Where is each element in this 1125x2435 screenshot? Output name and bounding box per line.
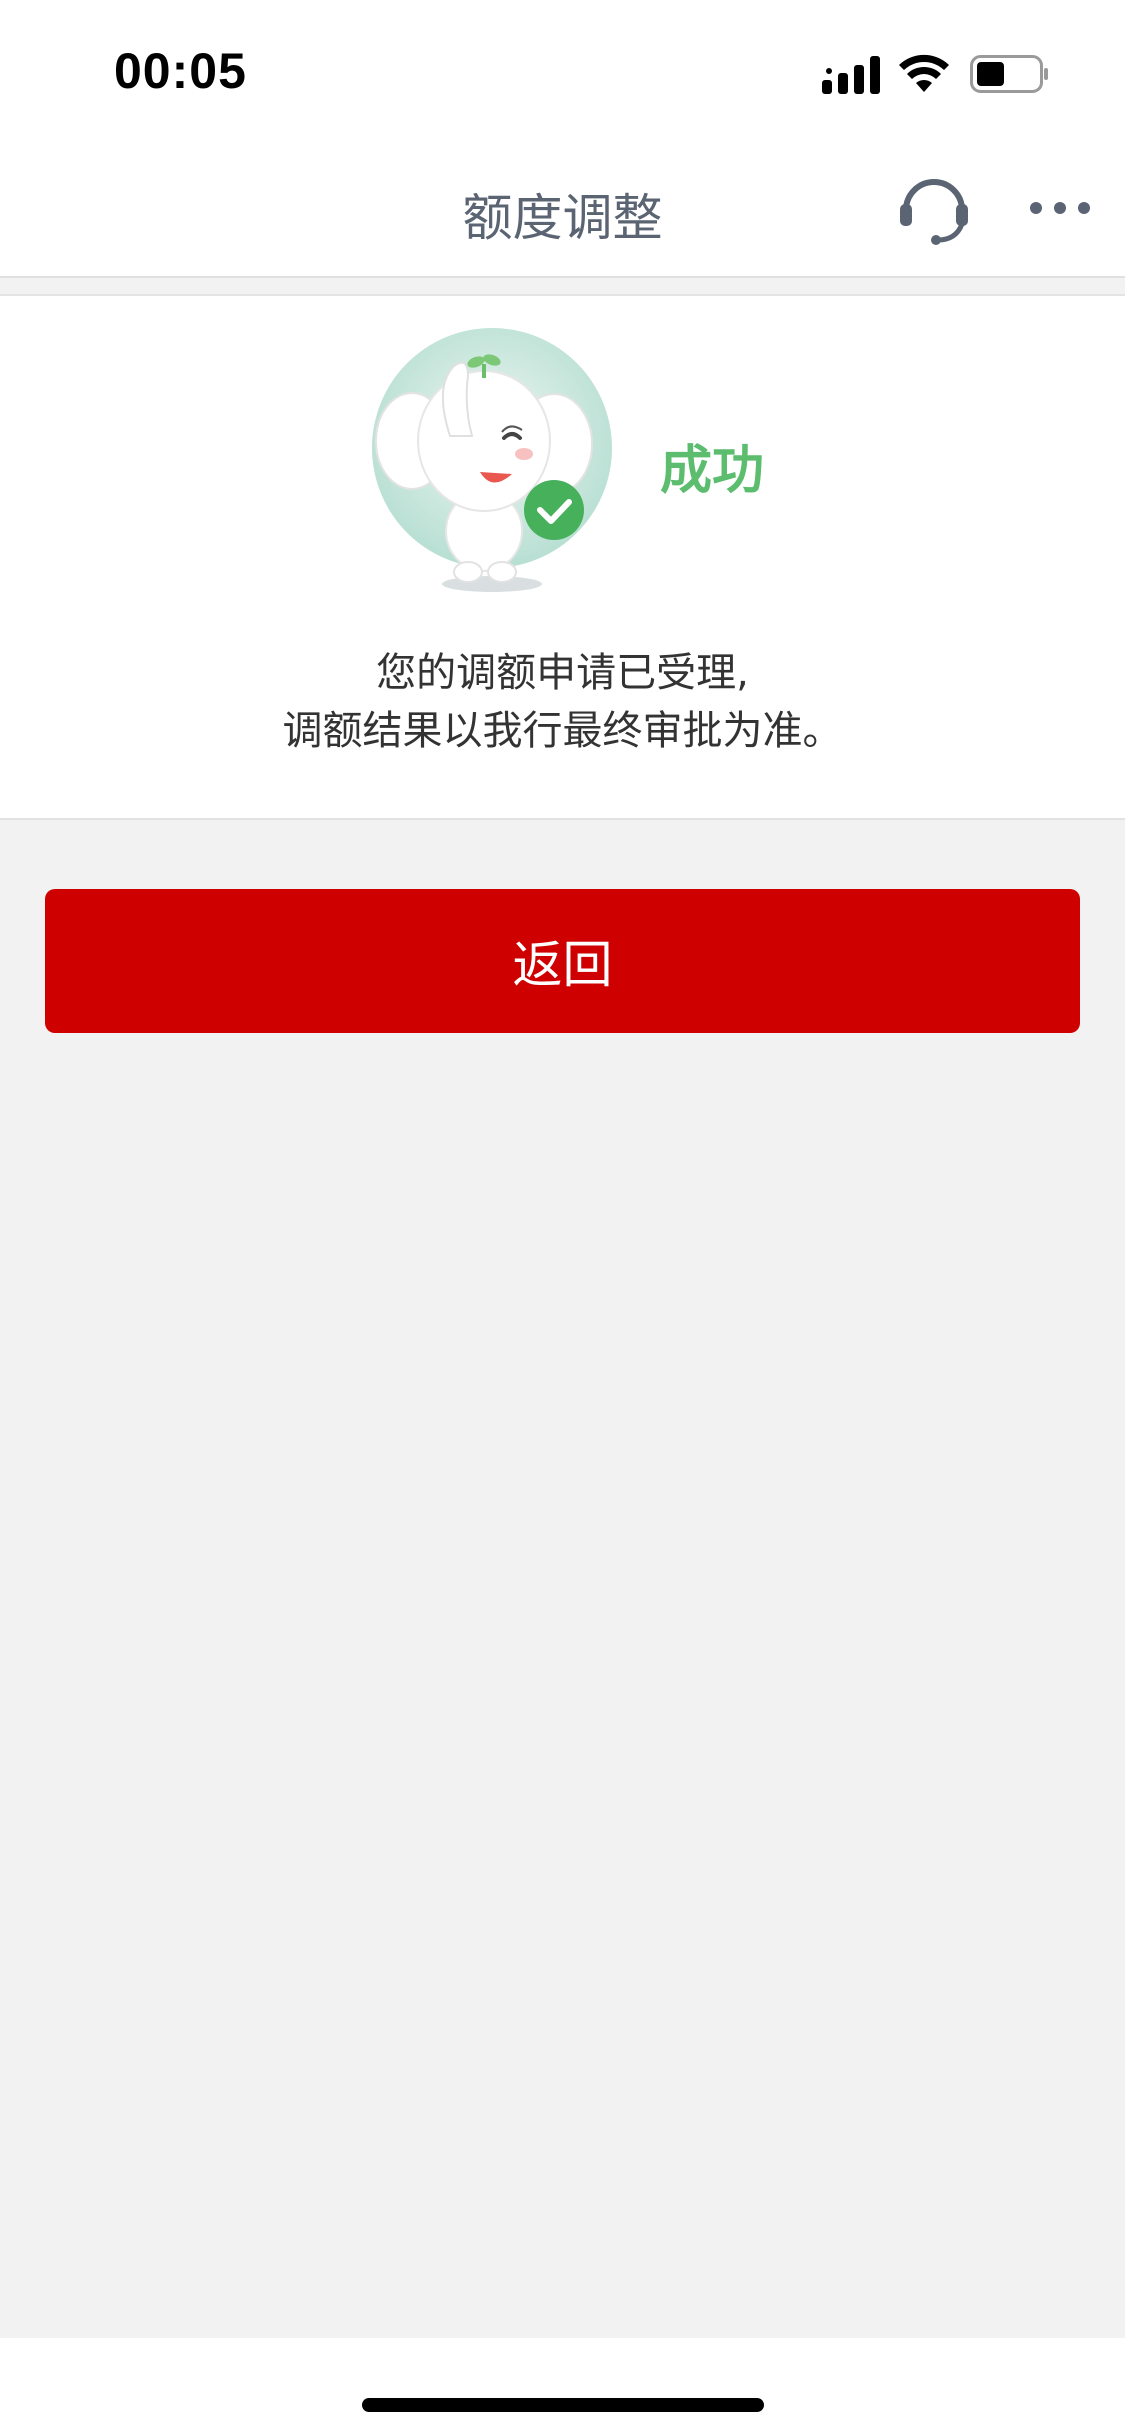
page: 00:05 额度调整 成功 您的调额申请已受理, 调额结果以我行最终审批为准。 … — [0, 0, 1125, 2435]
divider-band — [0, 280, 1125, 296]
result-card: 成功 您的调额申请已受理, 调额结果以我行最终审批为准。 — [0, 296, 1125, 820]
headset-icon[interactable] — [896, 170, 972, 246]
home-area — [0, 2338, 1125, 2435]
wifi-icon — [899, 54, 949, 92]
return-button[interactable]: 返回 — [45, 889, 1080, 1033]
elephant-mascot-image — [372, 328, 612, 592]
home-indicator[interactable] — [362, 2398, 764, 2412]
result-message-line1: 您的调额申请已受理, — [376, 650, 749, 696]
success-status-text: 成功 — [660, 441, 765, 501]
status-time: 00:05 — [114, 43, 247, 99]
battery-icon — [970, 55, 1048, 93]
result-message-line2: 调额结果以我行最终审批为准。 — [282, 708, 843, 754]
nav-bar: 额度调整 — [0, 140, 1125, 278]
status-bar: 00:05 — [0, 0, 1125, 140]
signal-icon — [822, 56, 880, 94]
more-icon[interactable] — [1028, 198, 1092, 218]
